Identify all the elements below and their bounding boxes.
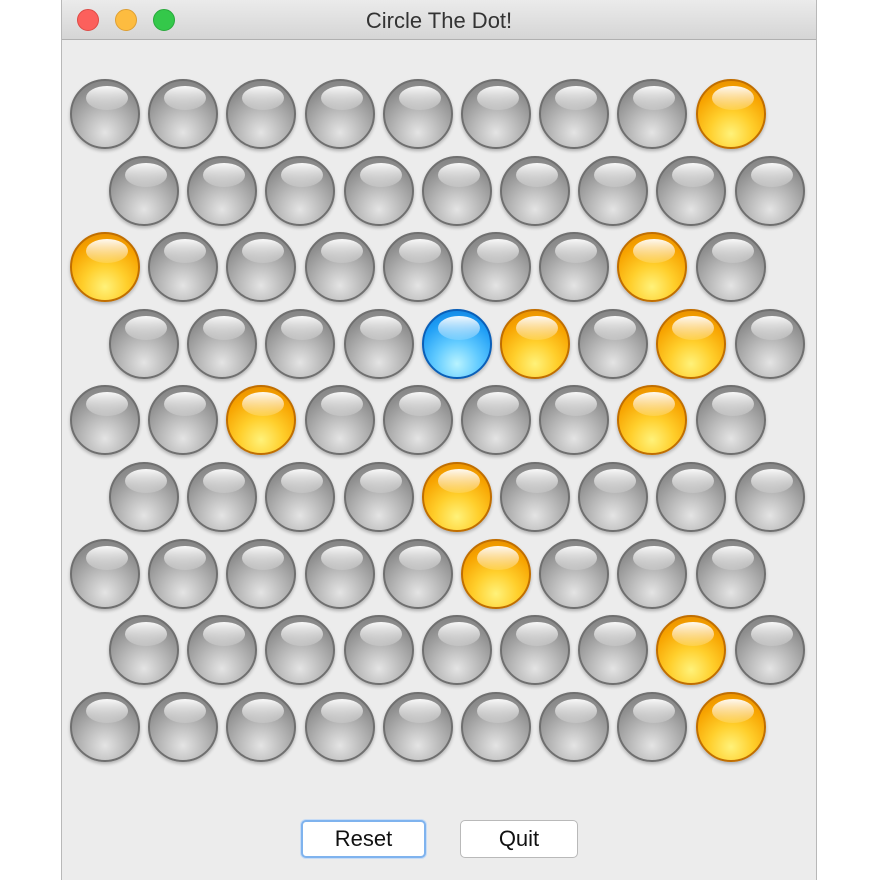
board-cell-gray[interactable] [461,232,531,303]
blue-dot[interactable] [421,308,492,379]
game-window: Circle The Dot! Reset Quit [61,0,817,880]
board-cell-gray[interactable] [70,538,140,609]
board-cell-orange[interactable] [617,385,688,456]
board-cell-gray[interactable] [226,232,297,303]
board-cell-gray[interactable] [70,79,140,149]
board-cell-gray[interactable] [226,691,297,762]
board-cell-orange[interactable] [695,691,766,762]
board-cell-orange[interactable] [695,79,766,149]
board-cell-gray[interactable] [304,538,375,609]
board-cell-orange[interactable] [421,462,492,532]
board-cell-gray[interactable] [265,155,336,226]
board-cell-gray[interactable] [343,308,414,379]
board-cell-orange[interactable] [656,308,727,379]
board-cell-orange[interactable] [656,615,727,686]
reset-button[interactable]: Reset [301,820,426,858]
board-cell-gray[interactable] [382,232,453,303]
board-cell-gray[interactable] [421,155,492,226]
board-cell-gray[interactable] [539,385,610,456]
board-cell-orange[interactable] [70,232,140,303]
board-cell-gray[interactable] [226,79,297,149]
board-cell-gray[interactable] [656,155,727,226]
board-cell-gray[interactable] [226,538,297,609]
board-cell-gray[interactable] [343,615,414,686]
board-cell-gray[interactable] [695,385,766,456]
board-cell-gray[interactable] [187,155,258,226]
board-cell-gray[interactable] [500,155,570,226]
board-cell-gray[interactable] [617,79,688,149]
board-cell-orange[interactable] [617,232,688,303]
board-cell-gray[interactable] [734,462,805,532]
board-cell-gray[interactable] [695,232,766,303]
board-cell-gray[interactable] [304,385,375,456]
board-cell-gray[interactable] [343,155,414,226]
board-cell-gray[interactable] [539,232,610,303]
board-cell-gray[interactable] [148,538,219,609]
board-cell-gray[interactable] [304,232,375,303]
board-cell-gray[interactable] [265,462,336,532]
board-cell-gray[interactable] [382,385,453,456]
board-cell-gray[interactable] [461,691,531,762]
board-cell-gray[interactable] [421,615,492,686]
board-cell-gray[interactable] [500,462,570,532]
board-cell-gray[interactable] [148,79,219,149]
board-cell-gray[interactable] [148,385,219,456]
board-cell-gray[interactable] [539,691,610,762]
board-cell-gray[interactable] [539,79,610,149]
board-cell-orange[interactable] [500,308,570,379]
board-cell-gray[interactable] [265,308,336,379]
board-cell-gray[interactable] [578,615,649,686]
board-cell-gray[interactable] [148,691,219,762]
board-cell-gray[interactable] [500,615,570,686]
board-cell-gray[interactable] [461,385,531,456]
board-cell-gray[interactable] [70,385,140,456]
board-cell-gray[interactable] [734,308,805,379]
board-cell-orange[interactable] [461,538,531,609]
board-cell-gray[interactable] [656,462,727,532]
board-cell-gray[interactable] [539,538,610,609]
board-cell-gray[interactable] [382,691,453,762]
board-cell-orange[interactable] [226,385,297,456]
board-cell-gray[interactable] [343,462,414,532]
board-cell-gray[interactable] [109,308,179,379]
board-cell-gray[interactable] [578,308,649,379]
board-cell-gray[interactable] [187,462,258,532]
board-cell-gray[interactable] [734,155,805,226]
board-cell-gray[interactable] [304,691,375,762]
board-cell-gray[interactable] [578,155,649,226]
board-cell-gray[interactable] [109,462,179,532]
board-cell-gray[interactable] [70,691,140,762]
board-cell-gray[interactable] [187,308,258,379]
board-cell-gray[interactable] [148,232,219,303]
board-cell-gray[interactable] [734,615,805,686]
board-cell-gray[interactable] [187,615,258,686]
board-cell-gray[interactable] [695,538,766,609]
board-cell-gray[interactable] [304,79,375,149]
board-cell-gray[interactable] [617,538,688,609]
board-cell-gray[interactable] [382,79,453,149]
board-cell-gray[interactable] [578,462,649,532]
board-cell-gray[interactable] [109,155,179,226]
board-cell-gray[interactable] [109,615,179,686]
quit-button[interactable]: Quit [460,820,578,858]
board-cell-gray[interactable] [382,538,453,609]
board-cell-gray[interactable] [617,691,688,762]
board-cell-gray[interactable] [265,615,336,686]
game-board [62,0,816,880]
board-cell-gray[interactable] [461,79,531,149]
